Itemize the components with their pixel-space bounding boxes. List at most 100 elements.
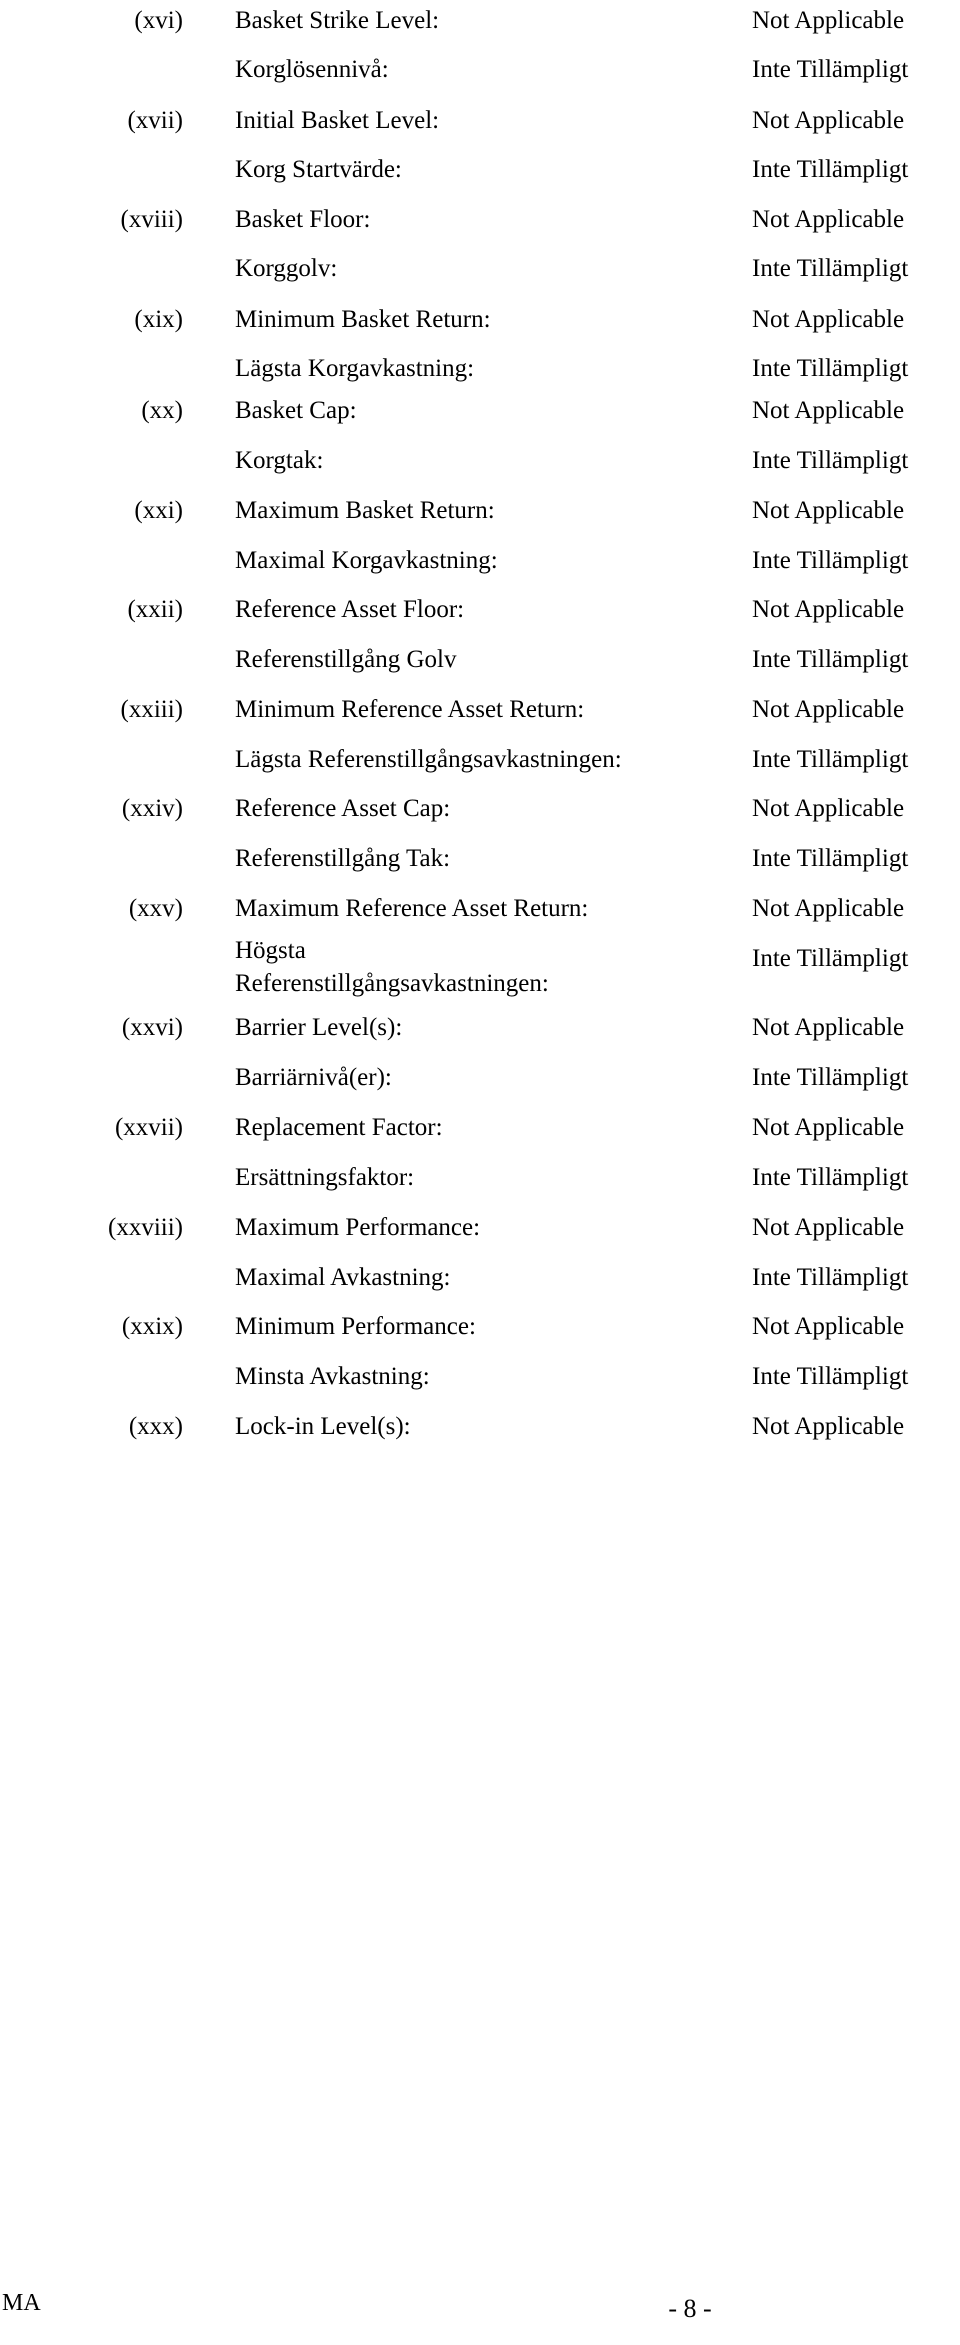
definition-row: (xxv) Maximum Reference Asset Return: Not … — [0, 892, 960, 932]
item-numeral: (xxiii) — [120, 696, 184, 723]
item-numeral: (xvii) — [127, 107, 183, 134]
definition-row-translation: Ersättningsfaktor: Inte Tillämpligt — [0, 1161, 960, 1201]
item-label-swedish: Barriärnivå(er): — [235, 1064, 392, 1091]
item-label-swedish: Referenstillgång Tak: — [235, 845, 451, 872]
definition-row-translation: Barriärnivå(er): Inte Tillämpligt — [0, 1061, 960, 1101]
item-label-english: Lock-in Level(s): — [235, 1413, 411, 1440]
definition-row-translation: Referenstillgång Tak: Inte Tillämpligt — [0, 842, 960, 882]
definition-row: (xxi) Maximum Basket Return: Not Applicabl… — [0, 494, 960, 534]
item-label-english: Minimum Basket Return: — [235, 306, 491, 333]
item-value-english: Not Applicable — [752, 107, 905, 134]
item-value-swedish: Inte Tillämpligt — [752, 56, 909, 83]
item-label-swedish: Ersättningsfaktor: — [235, 1164, 415, 1191]
item-value-english: Not Applicable — [752, 1014, 905, 1041]
item-label-english: Basket Cap: — [235, 397, 357, 424]
item-value-english: Not Applicable — [752, 696, 905, 723]
item-value-swedish: Inte Tillämpligt — [752, 355, 909, 382]
item-value-english: Not Applicable — [752, 306, 905, 333]
item-numeral: (xix) — [134, 306, 183, 333]
item-label-english: Replacement Factor: — [235, 1114, 443, 1141]
definition-row-translation: Lägsta Korgavkastning: Inte Tillämpligt — [0, 352, 960, 392]
item-label-english: Maximum Reference Asset Return: — [235, 895, 589, 922]
item-value-swedish: Inte Tillämpligt — [752, 1064, 909, 1091]
item-value-swedish: Inte Tillämpligt — [752, 447, 909, 474]
item-label-english: Maximum Basket Return: — [235, 497, 495, 524]
definition-row-translation: Korg Startvärde: Inte Tillämpligt — [0, 153, 960, 193]
item-numeral: (xxv) — [128, 895, 183, 922]
item-numeral: (xxviii) — [108, 1214, 183, 1241]
item-value-swedish: Inte Tillämpligt — [752, 547, 909, 574]
definition-row-translation: Korgtak: Inte Tillämpligt — [0, 444, 960, 484]
definition-row-translation: Korggolv: Inte Tillämpligt — [0, 252, 960, 292]
definition-row-translation: Maximal Korgavkastning: Inte Tillämpligt — [0, 544, 960, 584]
footer-left-mark: MA — [2, 2290, 41, 2316]
definition-row: (xxiv) Reference Asset Cap: Not Applicable — [0, 792, 960, 832]
item-label-english: Barrier Level(s): — [235, 1014, 403, 1041]
item-label-swedish: Lägsta Referenstillgångsavkastningen: — [235, 746, 622, 773]
item-numeral: (xvi) — [134, 7, 183, 34]
definition-row-translation: Minsta Avkastning: Inte Tillämpligt — [0, 1360, 960, 1400]
definition-row: (xxx) Lock-in Level(s): Not Applicable — [0, 1410, 960, 1450]
item-label-english: Maximum Performance: — [235, 1214, 481, 1241]
item-label-english: Basket Strike Level: — [235, 7, 440, 34]
item-label-english: Reference Asset Cap: — [235, 795, 451, 822]
item-value-english: Not Applicable — [752, 497, 905, 524]
definition-row: (xxiii) Minimum Reference Asset Return: No… — [0, 693, 960, 733]
item-numeral: (xxvii) — [114, 1114, 183, 1141]
item-value-swedish: Inte Tillämpligt — [752, 845, 909, 872]
definition-row: (xxix) Minimum Performance: Not Applicable — [0, 1310, 960, 1350]
item-value-english: Not Applicable — [752, 795, 905, 822]
definition-row: (xx) Basket Cap: Not Applicable — [0, 394, 960, 434]
item-label-swedish: Korglösennivå: — [235, 56, 389, 83]
item-value-english: Not Applicable — [752, 397, 905, 424]
item-label-english: Minimum Performance: — [235, 1313, 476, 1340]
item-value-swedish: Inte Tillämpligt — [752, 1264, 909, 1291]
definition-row: (xxvii) Replacement Factor: Not Applicable — [0, 1111, 960, 1151]
definition-row: (xviii) Basket Floor: Not Applicable — [0, 203, 960, 243]
item-label-english: Basket Floor: — [235, 206, 371, 233]
definition-row: (xvi) Basket Strike Level: Not Applicable — [0, 4, 960, 44]
definition-row-translation: Referenstillgång Golv Inte Tillämpligt — [0, 643, 960, 683]
definition-row: (xxii) Reference Asset Floor: Not Applicab… — [0, 593, 960, 633]
item-value-english: Not Applicable — [752, 596, 905, 623]
definition-row-translation: Högsta Referenstillgångsavkastningen: Int… — [0, 937, 960, 997]
item-value-swedish: Inte Tillämpligt — [752, 646, 909, 673]
item-label-swedish: Korggolv: — [235, 255, 338, 282]
definition-row: (xix) Minimum Basket Return: Not Applicabl… — [0, 303, 960, 343]
item-numeral: (xxii) — [127, 596, 183, 623]
item-label-swedish: Lägsta Korgavkastning: — [235, 355, 475, 382]
item-value-english: Not Applicable — [752, 7, 905, 34]
definition-row-translation: Lägsta Referenstillgångsavkastningen: Int… — [0, 743, 960, 783]
item-label-swedish: Minsta Avkastning: — [235, 1363, 430, 1390]
item-value-swedish: Inte Tillämpligt — [752, 156, 909, 183]
item-label-swedish: Maximal Avkastning: — [235, 1264, 451, 1291]
item-numeral: (xxiv) — [121, 795, 183, 822]
item-label-swedish: Högsta Referenstillgångsavkastningen: — [235, 937, 549, 997]
footer-page-number: - 8 - — [668, 2294, 712, 2323]
item-value-swedish: Inte Tillämpligt — [752, 255, 909, 282]
item-numeral: (xviii) — [120, 206, 184, 233]
item-value-english: Not Applicable — [752, 1214, 905, 1241]
item-value-swedish: Inte Tillämpligt — [752, 945, 909, 972]
item-value-swedish: Inte Tillämpligt — [752, 1164, 909, 1191]
item-label-english: Minimum Reference Asset Return: — [235, 696, 585, 723]
item-label-english: Initial Basket Level: — [235, 107, 440, 134]
item-value-english: Not Applicable — [752, 206, 905, 233]
item-value-swedish: Inte Tillämpligt — [752, 746, 909, 773]
definition-row: (xxviii) Maximum Performance: Not Applicab… — [0, 1211, 960, 1251]
item-numeral: (xx) — [141, 397, 183, 424]
item-value-english: Not Applicable — [752, 1413, 905, 1440]
definition-row-translation: Korglösennivå: Inte Tillämpligt — [0, 53, 960, 93]
item-value-english: Not Applicable — [752, 1114, 905, 1141]
item-label-swedish: Korg Startvärde: — [235, 156, 402, 183]
definition-row-translation: Maximal Avkastning: Inte Tillämpligt — [0, 1261, 960, 1301]
item-numeral: (xxix) — [121, 1313, 183, 1340]
item-label-swedish: Maximal Korgavkastning: — [235, 547, 498, 574]
item-numeral: (xxi) — [134, 497, 183, 524]
definition-row: (xxvi) Barrier Level(s): Not Applicable — [0, 1011, 960, 1051]
document-page: (xvi) Basket Strike Level: Not Applicable K… — [0, 0, 960, 2345]
item-label-swedish: Referenstillgång Golv — [235, 646, 457, 673]
item-value-english: Not Applicable — [752, 895, 905, 922]
item-label-english: Reference Asset Floor: — [235, 596, 465, 623]
item-numeral: (xxx) — [128, 1413, 183, 1440]
